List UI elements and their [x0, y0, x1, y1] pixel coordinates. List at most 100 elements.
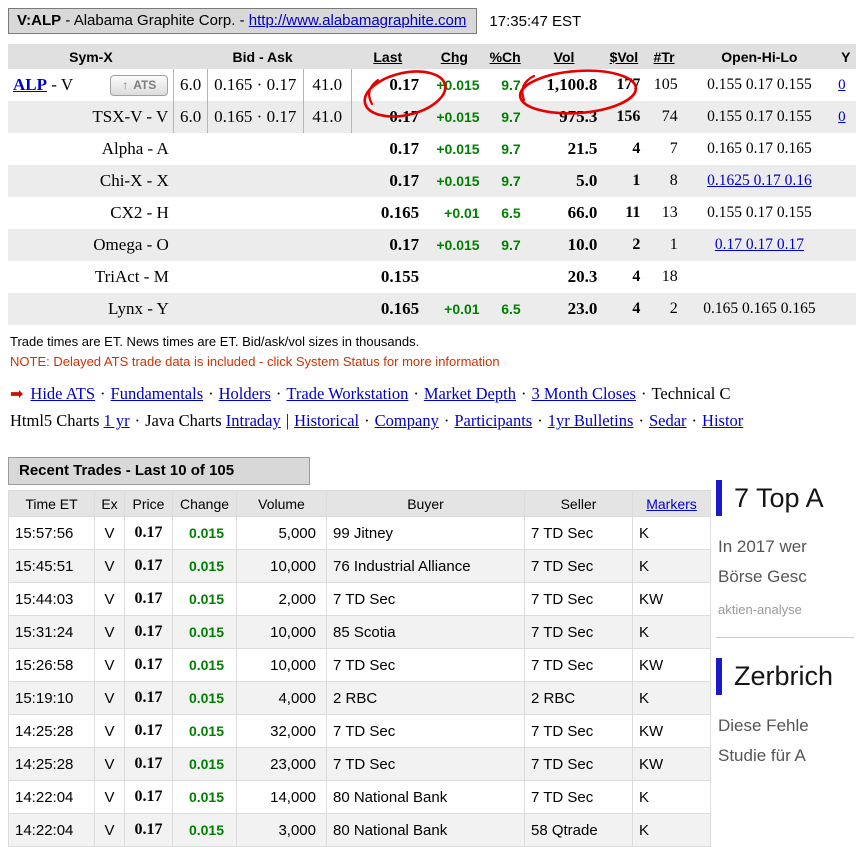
trade-row: 15:44:03 V 0.17 0.015 2,000 7 TD Sec 7 T… [9, 583, 711, 616]
link-fundamentals[interactable]: Fundamentals [111, 384, 204, 403]
trade-buyer: 7 TD Sec [327, 649, 525, 682]
volume-cell: 1,100.8 [526, 69, 603, 101]
trade-volume: 14,000 [237, 781, 327, 814]
col-header-price: Price [125, 491, 173, 517]
last-price-cell: 0.17 [351, 69, 424, 101]
company-url-link[interactable]: http://www.alabamagraphite.com [249, 12, 467, 29]
percent-change-cell: 9.7 [485, 101, 526, 133]
trade-change: 0.015 [173, 748, 237, 781]
symbol-code: V:ALP [17, 12, 61, 29]
change-cell: +0.015 [424, 165, 484, 197]
link-hide-ats[interactable]: Hide ATS [30, 384, 95, 403]
link-1yr-bulletins[interactable]: 1yr Bulletins [548, 411, 634, 430]
link-trade-workstation[interactable]: Trade Workstation [286, 384, 408, 403]
exchange-cell: Chi-X - X [8, 165, 174, 197]
col-header-pch[interactable]: %Ch [485, 44, 526, 69]
col-header-time: Time ET [9, 491, 95, 517]
ats-toggle-button[interactable]: ↑ATS [110, 75, 168, 96]
link-intraday[interactable]: Intraday [226, 411, 281, 430]
ad-headline-1[interactable]: 7 Top A [716, 480, 856, 516]
col-header-buyer: Buyer [327, 491, 525, 517]
change-cell: +0.015 [424, 69, 484, 101]
percent-change-cell: 9.7 [485, 229, 526, 261]
ad-body-1-line-2: Börse Gesc [718, 562, 856, 592]
trade-row: 15:19:10 V 0.17 0.015 4,000 2 RBC 2 RBC … [9, 682, 711, 715]
open-hi-lo-link[interactable]: 0.17 0.17 0.17 [715, 236, 804, 253]
col-header-ntr[interactable]: #Tr [645, 44, 682, 69]
bid-size-cell: 6.0 [174, 101, 208, 133]
bid-ask-cell: 0.165 · 0.17 [208, 69, 304, 101]
link-1yr-chart[interactable]: 1 yr [104, 411, 130, 430]
col-header-volume: Volume [237, 491, 327, 517]
quote-time: 17:35:47 EST [489, 13, 581, 30]
trade-seller: 7 TD Sec [525, 616, 633, 649]
bid-ask-cell: 0.165 · 0.17 [208, 101, 304, 133]
num-trades-cell: 105 [645, 69, 682, 101]
trade-markers: KW [633, 748, 711, 781]
col-header-chg[interactable]: Chg [424, 44, 484, 69]
trade-volume: 10,000 [237, 649, 327, 682]
volume-cell: 975.3 [526, 101, 603, 133]
last-price-cell: 0.17 [351, 133, 424, 165]
trade-seller: 7 TD Sec [525, 550, 633, 583]
trade-exchange: V [95, 748, 125, 781]
num-trades-cell: 2 [645, 293, 682, 325]
col-header-open-hi-lo: Open-Hi-Lo [683, 44, 836, 69]
ad-headline-2[interactable]: Zerbrich [716, 658, 856, 694]
recent-trades-title: Recent Trades - Last 10 of 105 [8, 457, 310, 485]
trade-time: 15:44:03 [9, 583, 95, 616]
trade-markers: K [633, 814, 711, 847]
col-header-last[interactable]: Last [351, 44, 424, 69]
last-price-cell: 0.155 [351, 261, 424, 293]
trade-change: 0.015 [173, 583, 237, 616]
quick-links-row-1: ➡Hide ATS·Fundamentals·Holders·Trade Wor… [10, 384, 856, 404]
trade-buyer: 85 Scotia [327, 616, 525, 649]
trade-change: 0.015 [173, 715, 237, 748]
trade-change: 0.015 [173, 649, 237, 682]
last-price-cell: 0.165 [351, 197, 424, 229]
trade-buyer: 80 National Bank [327, 781, 525, 814]
open-hi-lo-link[interactable]: 0.1625 0.17 0.16 [707, 172, 812, 189]
change-cell: +0.01 [424, 293, 484, 325]
open-hi-lo-cell: 0.165 0.17 0.165 [683, 133, 836, 165]
col-header-sym-x: Sym-X [8, 44, 174, 69]
label-html5-charts: Html5 Charts [10, 411, 99, 430]
link-participants[interactable]: Participants [454, 411, 532, 430]
ats-delay-note: NOTE: Delayed ATS trade data is included… [10, 354, 856, 369]
volume-cell: 23.0 [526, 293, 603, 325]
open-hi-lo-cell: 0.165 0.165 0.165 [683, 293, 836, 325]
clipped-link[interactable]: 0 [838, 77, 846, 93]
clipped-link[interactable]: 0 [838, 109, 846, 125]
open-hi-lo-cell: 0.155 0.17 0.155 [683, 101, 836, 133]
trade-price: 0.17 [125, 748, 173, 781]
link-3-month-closes[interactable]: 3 Month Closes [531, 384, 636, 403]
trade-markers: KW [633, 649, 711, 682]
timezone-note: Trade times are ET. News times are ET. B… [10, 334, 856, 349]
ad-source-1: aktien-analyse [718, 602, 856, 617]
num-trades-cell: 74 [645, 101, 682, 133]
trade-price: 0.17 [125, 616, 173, 649]
link-holders[interactable]: Holders [219, 384, 271, 403]
red-arrow-icon: ➡ [10, 386, 23, 403]
trade-row: 14:25:28 V 0.17 0.015 32,000 7 TD Sec 7 … [9, 715, 711, 748]
link-market-depth[interactable]: Market Depth [424, 384, 516, 403]
exchange-cell: Lynx - Y [8, 293, 174, 325]
trade-time: 15:31:24 [9, 616, 95, 649]
link-company[interactable]: Company [375, 411, 439, 430]
clipped-cell: 0 [836, 101, 855, 133]
dollar-volume-cell: 1 [602, 165, 645, 197]
trade-volume: 5,000 [237, 517, 327, 550]
trade-exchange: V [95, 715, 125, 748]
link-historical[interactable]: Historical [294, 411, 359, 430]
ask-size-cell: 41.0 [303, 69, 351, 101]
markers-link[interactable]: Markers [646, 496, 697, 512]
col-header-vol[interactable]: Vol [526, 44, 603, 69]
link-sedar[interactable]: Sedar [649, 411, 687, 430]
symbol-link[interactable]: ALP [13, 75, 47, 94]
ad-body-1: In 2017 wer Börse Gesc [718, 532, 856, 592]
exchange-cell: ALP - V ↑ATS [8, 69, 173, 101]
link-history-clipped[interactable]: Histor [702, 411, 743, 430]
quote-row-cx2: CX2 - H 0.165 +0.01 6.5 66.0 11 13 0.155… [8, 197, 856, 229]
col-header-dvol[interactable]: $Vol [602, 44, 645, 69]
volume-cell: 20.3 [526, 261, 603, 293]
